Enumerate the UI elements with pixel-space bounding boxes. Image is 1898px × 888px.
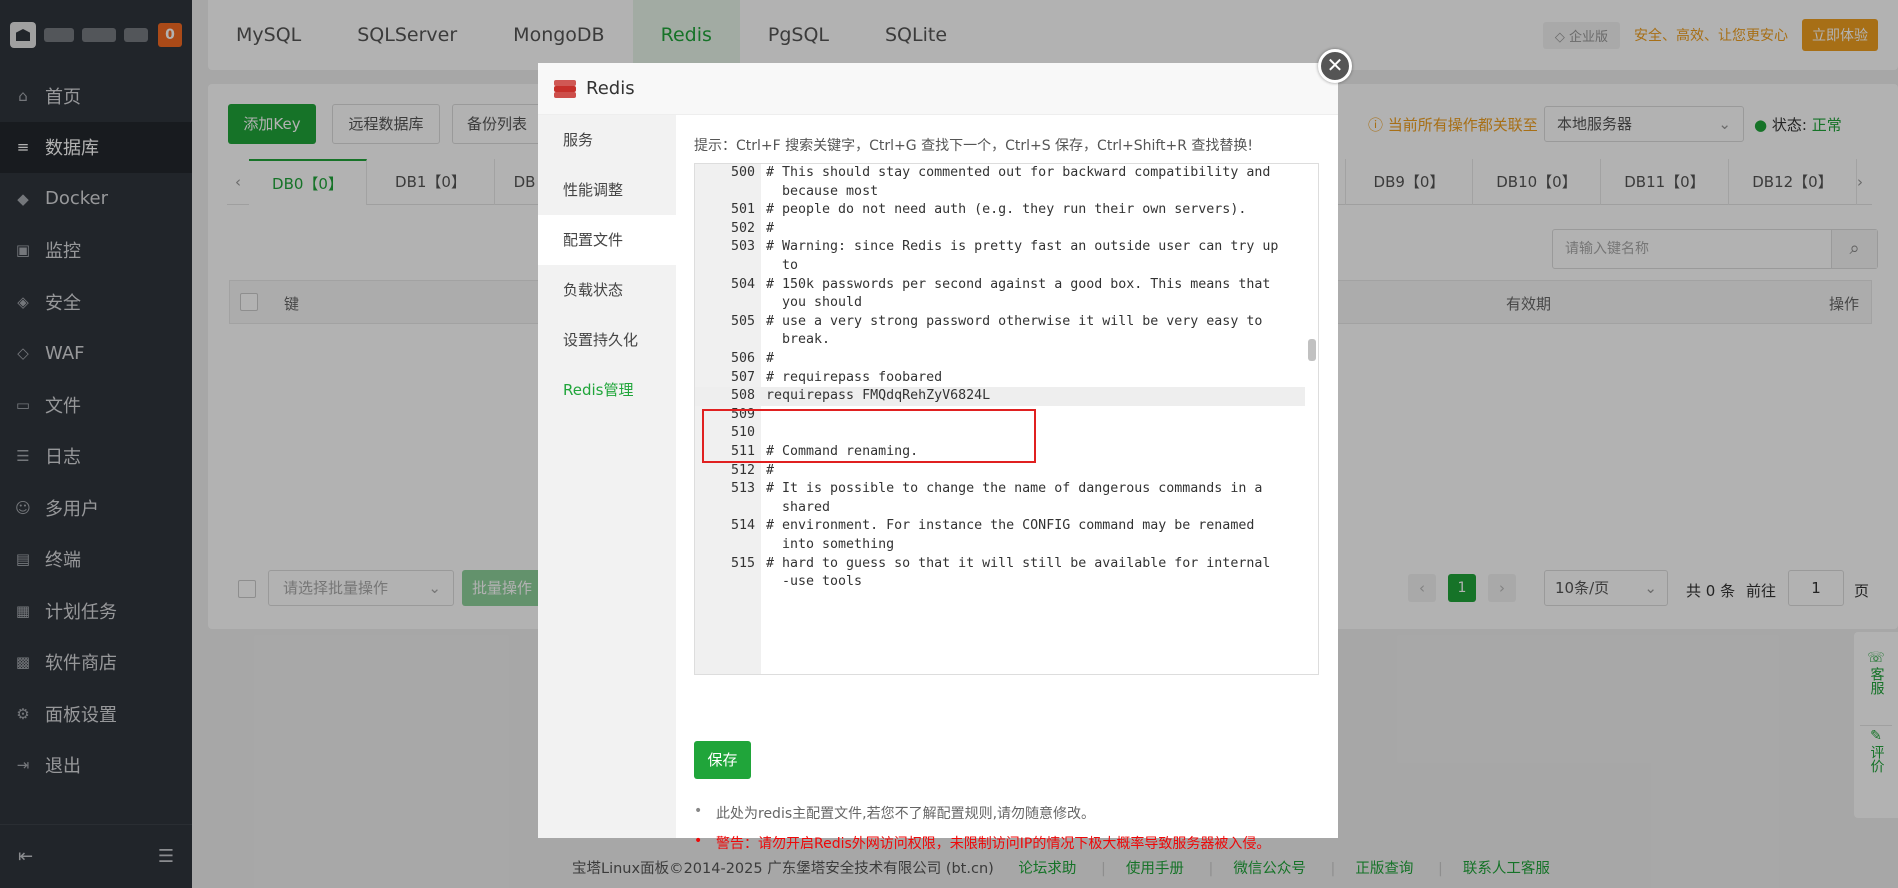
- line-text: #: [766, 462, 775, 478]
- line-number: 505: [730, 313, 755, 329]
- line-text: # people do not need auth (e.g. they run…: [766, 202, 1247, 218]
- modal-menu-item-0[interactable]: 服务: [538, 115, 676, 165]
- close-icon[interactable]: ✕: [1318, 49, 1352, 83]
- line-text: # Warning: since Redis is pretty fast an…: [766, 239, 1279, 255]
- highlight-box: [702, 409, 1036, 463]
- line-text: # It is possible to change the name of d…: [766, 481, 1263, 497]
- line-text: to: [766, 258, 799, 273]
- line-text: #: [766, 351, 775, 366]
- code-line: shared: [695, 499, 1305, 518]
- code-line: 502 #: [695, 220, 1305, 239]
- code-line: to: [695, 257, 1305, 276]
- modal-menu-item-1[interactable]: 性能调整: [538, 165, 676, 215]
- line-text: break.: [766, 332, 831, 348]
- line-text: # 150k passwords per second against a go…: [766, 276, 1271, 292]
- line-text: #: [766, 220, 775, 236]
- security-warning: 警告：请勿开启Redis外网访问权限，未限制访问IP的情况下极大概率导致服务器被…: [694, 833, 1270, 853]
- modal-menu-item-2[interactable]: 配置文件: [538, 215, 676, 265]
- code-line: you should: [695, 294, 1305, 313]
- config-note: 此处为redis主配置文件,若您不了解配置规则,请勿随意修改。: [694, 803, 1095, 823]
- line-text: # environment. For instance the CONFIG c…: [766, 518, 1255, 534]
- code-line: break.: [695, 331, 1305, 350]
- line-text: requirepass FMQdqRehZyV6824L: [766, 388, 991, 404]
- line-number: 500: [730, 165, 755, 180]
- line-number: 514: [730, 518, 755, 534]
- code-line: because most: [695, 183, 1305, 202]
- redis-icon: [554, 79, 576, 98]
- modal-menu-item-3[interactable]: 负载状态: [538, 265, 676, 315]
- line-number: 507: [730, 369, 755, 385]
- modal-body: 提示：Ctrl+F 搜索关键字，Ctrl+G 查找下一个，Ctrl+S 保存，C…: [676, 115, 1338, 852]
- line-number: 503: [730, 239, 755, 255]
- line-text: # requirepass foobared: [766, 369, 943, 385]
- line-number: 504: [730, 276, 755, 292]
- code-line: -use tools: [695, 573, 1305, 592]
- line-number: 515: [730, 555, 755, 571]
- line-number: 513: [730, 481, 755, 497]
- editor-tip: 提示：Ctrl+F 搜索关键字，Ctrl+G 查找下一个，Ctrl+S 保存，C…: [694, 138, 1254, 154]
- line-text: you should: [766, 295, 863, 311]
- line-text: into something: [766, 537, 895, 552]
- editor-scrollbar[interactable]: [1308, 339, 1316, 361]
- line-text: -use tools: [766, 574, 863, 590]
- line-text: # hard to guess so that it will still be…: [766, 555, 1271, 571]
- code-line: 515 # hard to guess so that it will still…: [695, 555, 1305, 574]
- modal-menu-item-5[interactable]: Redis管理: [538, 365, 676, 415]
- code-line: 504 # 150k passwords per second against a…: [695, 276, 1305, 295]
- line-text: # use a very strong password otherwise i…: [766, 313, 1263, 329]
- modal-header: Redis: [538, 63, 1338, 115]
- line-number: 502: [730, 220, 755, 236]
- line-text: shared: [766, 499, 831, 515]
- line-text: # This should stay commented out for bac…: [766, 165, 1271, 180]
- modal-title: Redis: [586, 78, 635, 99]
- line-number: 512: [730, 462, 755, 478]
- code-line: 506 #: [695, 350, 1305, 369]
- code-line: 503 # Warning: since Redis is pretty fast…: [695, 238, 1305, 257]
- code-line: 507 # requirepass foobared: [695, 369, 1305, 388]
- code-line: 501 # people do not need auth (e.g. they …: [695, 201, 1305, 220]
- line-number: 508: [730, 388, 755, 404]
- save-button[interactable]: 保存: [694, 741, 751, 779]
- code-line: 508 requirepass FMQdqRehZyV6824L: [695, 387, 1305, 406]
- code-line: 514 # environment. For instance the CONFI…: [695, 517, 1305, 536]
- code-line: 505 # use a very strong password otherwis…: [695, 313, 1305, 332]
- code-line: into something: [695, 536, 1305, 555]
- code-line: 513 # It is possible to change the name o…: [695, 480, 1305, 499]
- modal-menu-item-4[interactable]: 设置持久化: [538, 315, 676, 365]
- line-number: 506: [730, 351, 755, 366]
- code-line: 512 #: [695, 462, 1305, 481]
- line-text: because most: [766, 183, 879, 199]
- modal-menu: 服务 性能调整 配置文件 负载状态 设置持久化 Redis管理: [538, 115, 676, 838]
- code-line: 500 # This should stay commented out for …: [695, 164, 1305, 183]
- line-number: 501: [730, 202, 755, 218]
